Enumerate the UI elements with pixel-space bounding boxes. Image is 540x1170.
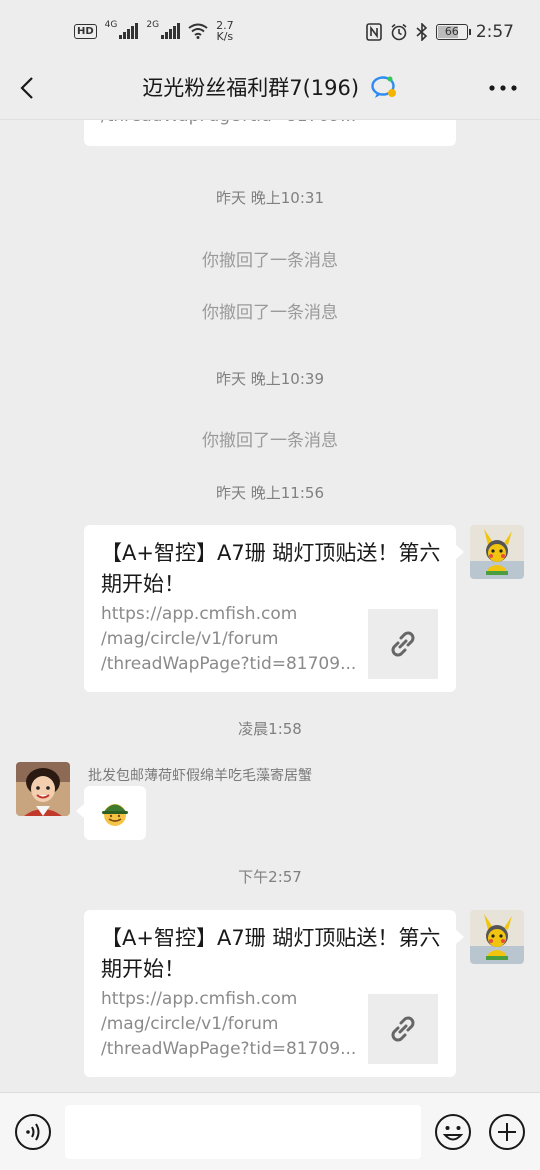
link-card-title: 【A+智控】A7珊 瑚灯顶贴送！第六期开始！ [101,926,441,981]
helmet-emoji-icon [102,804,128,826]
sender-name: 批发包邮薄荷虾假绵羊吃毛藻寄居蟹 [88,768,312,784]
wifi-icon [188,23,208,39]
link-card-desc-line: /threadWapPage?tid=81709... [101,120,361,129]
status-bar: HD 4G 2G 2.7 K/s 66 2:57 [0,0,540,64]
message-input[interactable] [65,1105,421,1159]
link-card-title: 【A+智控】A7珊 瑚灯顶贴送！第六期开始！ [101,541,441,596]
link-card[interactable]: /threadWapPage?tid=81709... [84,120,456,146]
avatar[interactable] [16,762,70,816]
link-card-desc-line: /threadWapPage?tid=81709... [101,654,357,674]
enterprise-group-icon [371,76,396,98]
timestamp: 昨天 晚上10:39 [216,370,324,388]
sim1-network: 4G [104,20,118,30]
voice-icon[interactable] [14,1113,52,1151]
message-list[interactable]: /threadWapPage?tid=81709... 昨天 晚上10:31 你… [0,120,540,1092]
link-card-desc-line: https://app.cmfish.com [101,989,298,1009]
speed-unit: K/s [216,30,234,43]
link-card-desc-line: /mag/circle/v1/forum [101,1014,279,1034]
nfc-icon [366,23,382,41]
status-time: 2:57 [475,22,514,42]
revoked-notice: 你撤回了一条消息 [202,251,338,271]
input-bar [0,1092,540,1170]
battery-level: 66 [444,25,459,38]
signal-icon [161,23,181,39]
link-card[interactable]: 【A+智控】A7珊 瑚灯顶贴送！第六期开始！ https://app.cmfis… [84,525,464,692]
timestamp: 下午2:57 [238,868,302,886]
emoji-icon[interactable] [434,1113,472,1151]
link-thumbnail [368,609,438,679]
girl-avatar-icon [16,762,70,816]
pikachu-avatar-icon [470,525,524,579]
bluetooth-icon [416,23,427,41]
link-card[interactable]: 【A+智控】A7珊 瑚灯顶贴送！第六期开始！ https://app.cmfis… [84,910,464,1077]
avatar[interactable] [470,525,524,579]
link-card-desc-line: /mag/circle/v1/forum [101,629,279,649]
timestamp: 昨天 晚上10:31 [216,189,324,207]
avatar[interactable] [470,910,524,964]
link-thumbnail [368,994,438,1064]
link-icon [391,631,415,657]
link-icon [391,1016,415,1042]
timestamp: 昨天 晚上11:56 [216,484,324,502]
emoji-message[interactable] [76,786,146,840]
link-card-desc-line: /threadWapPage?tid=81709... [101,1039,357,1059]
revoked-notice: 你撤回了一条消息 [202,303,338,323]
chat-title: 迈光粉丝福利群7(196) [0,72,540,102]
alarm-icon [391,23,407,41]
chat-title-text: 迈光粉丝福利群7(196) [142,76,360,100]
revoked-notice: 你撤回了一条消息 [202,431,338,451]
status-left: HD 4G 2G 2.7 K/s [74,20,234,42]
link-card-desc: https://app.cmfish.com /mag/circle/v1/fo… [101,987,361,1062]
link-card-desc: /threadWapPage?tid=81709... [101,120,361,129]
pikachu-avatar-icon [470,910,524,964]
network-speed: 2.7 K/s [216,20,234,42]
link-card-desc: https://app.cmfish.com /mag/circle/v1/fo… [101,602,361,677]
chat-header: 迈光粉丝福利群7(196) [0,64,540,120]
plus-icon[interactable] [488,1113,526,1151]
timestamp: 凌晨1:58 [238,720,302,738]
link-card-desc-line: https://app.cmfish.com [101,604,298,624]
status-right: 66 2:57 [366,22,514,42]
sim2-network: 2G [146,20,160,30]
battery-icon: 66 [435,24,471,40]
signal-icon [119,23,139,39]
hd-badge: HD [74,23,97,39]
more-icon[interactable] [488,84,518,92]
